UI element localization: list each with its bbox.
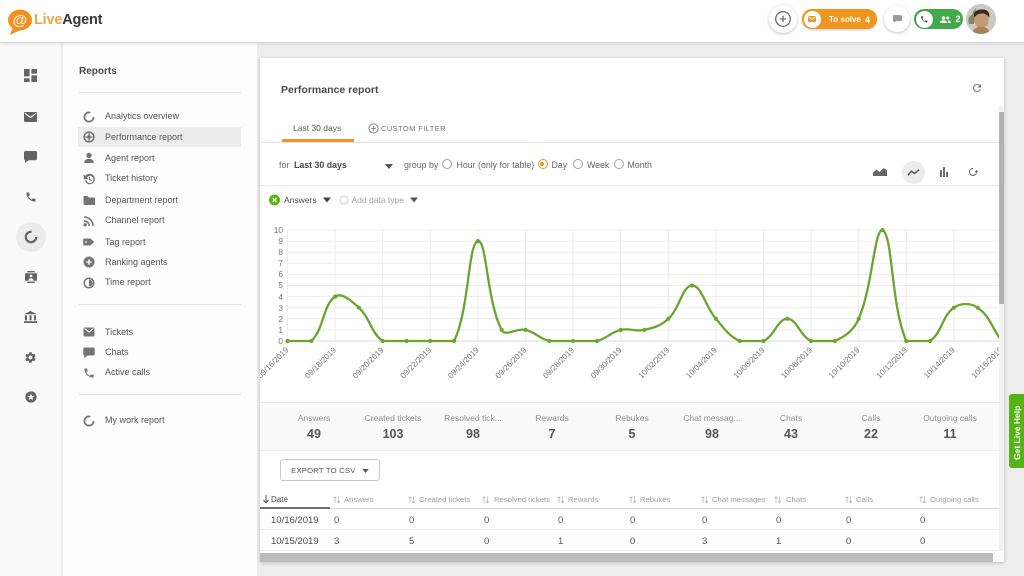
- svg-text:10/14/2019: 10/14/2019: [922, 345, 957, 380]
- svg-text:@: @: [13, 12, 28, 29]
- svg-text:Add data type: Add data type: [352, 195, 405, 205]
- svg-text:6: 6: [278, 269, 283, 279]
- svg-text:10: 10: [274, 225, 284, 235]
- svg-text:10/02/2019: 10/02/2019: [637, 345, 672, 380]
- svg-text:10/10/2019: 10/10/2019: [827, 345, 862, 380]
- svg-text:10/04/2019: 10/04/2019: [684, 345, 719, 380]
- svg-text:Answers: Answers: [284, 195, 317, 205]
- svg-text:5: 5: [278, 280, 283, 290]
- svg-text:09/22/2019: 09/22/2019: [399, 345, 434, 380]
- svg-text:7: 7: [278, 258, 283, 268]
- svg-text:09/28/2019: 09/28/2019: [541, 345, 576, 380]
- svg-text:0: 0: [278, 336, 283, 346]
- svg-text:09/20/2019: 09/20/2019: [351, 345, 386, 380]
- svg-text:10/06/2019: 10/06/2019: [732, 345, 767, 380]
- svg-text:09/30/2019: 09/30/2019: [589, 345, 624, 380]
- svg-text:09/18/2019: 09/18/2019: [303, 345, 338, 380]
- svg-text:2: 2: [278, 314, 283, 324]
- svg-text:09/16/2019: 09/16/2019: [260, 345, 291, 380]
- svg-text:09/24/2019: 09/24/2019: [446, 345, 481, 380]
- svg-text:9: 9: [278, 236, 283, 246]
- svg-text:4: 4: [278, 292, 283, 302]
- svg-text:10/08/2019: 10/08/2019: [779, 345, 814, 380]
- svg-text:10/12/2019: 10/12/2019: [875, 345, 910, 380]
- svg-text:8: 8: [278, 247, 283, 257]
- svg-text:3: 3: [278, 303, 283, 313]
- svg-text:1: 1: [278, 325, 283, 335]
- svg-text:09/26/2019: 09/26/2019: [494, 345, 529, 380]
